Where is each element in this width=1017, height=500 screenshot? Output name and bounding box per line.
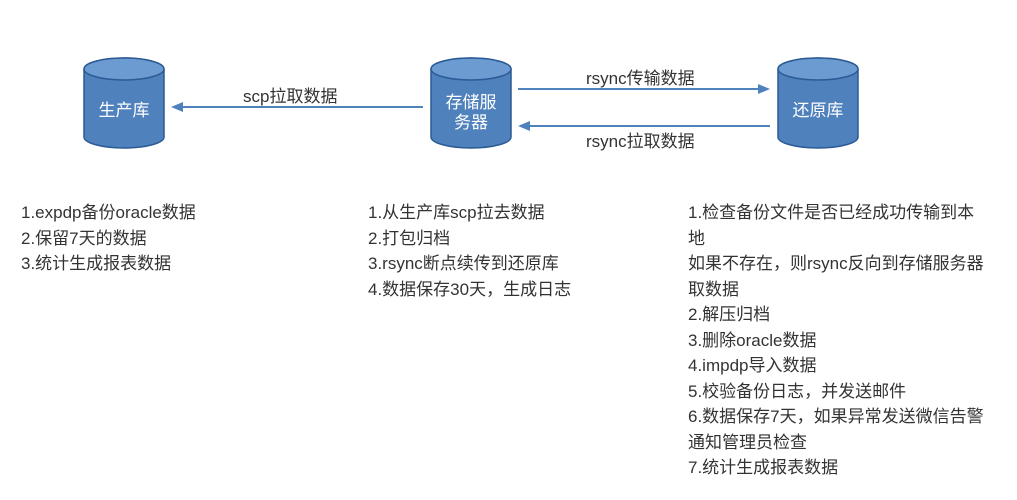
list-item: 5.校验备份日志，并发送邮件 [688, 379, 990, 405]
node-restore-db-label: 还原库 [776, 101, 860, 121]
list-item: 6.数据保存7天，如果异常发送微信告警通知管理员检查 [688, 404, 990, 455]
arrow-scp-pull-label: scp拉取数据 [243, 82, 337, 107]
node-storage-server: 存储服 务器 [429, 57, 513, 149]
diagram-canvas: 生产库 存储服 务器 还原库 scp拉取数据 rsync传输数据 [0, 0, 1017, 500]
node-production-db-label: 生产库 [82, 101, 166, 121]
list-item: 4.impdp导入数据 [688, 353, 990, 379]
list-item: 2.解压归档 [688, 302, 990, 328]
arrow-rsync-pull-label: rsync拉取数据 [586, 127, 695, 152]
node-production-db: 生产库 [82, 57, 166, 149]
list-item: 1.从生产库scp拉去数据 [368, 200, 668, 226]
list-item: 7.统计生成报表数据 [688, 455, 990, 481]
steps-restore: 1.检查备份文件是否已经成功传输到本地 如果不存在，则rsync反向到存储服务器… [688, 200, 990, 481]
list-item: 2.打包归档 [368, 226, 668, 252]
list-item: 4.数据保存30天，生成日志 [368, 277, 668, 303]
list-item: 3.统计生成报表数据 [21, 251, 321, 277]
arrow-rsync-push-label: rsync传输数据 [586, 64, 695, 89]
list-item: 1.检查备份文件是否已经成功传输到本地 [688, 200, 990, 251]
node-storage-server-label: 存储服 务器 [429, 93, 513, 134]
node-restore-db: 还原库 [776, 57, 860, 149]
list-item: 3.删除oracle数据 [688, 328, 990, 354]
steps-storage: 1.从生产库scp拉去数据 2.打包归档 3.rsync断点续传到还原库 4.数… [368, 200, 668, 302]
list-item: 1.expdp备份oracle数据 [21, 200, 321, 226]
steps-production: 1.expdp备份oracle数据 2.保留7天的数据 3.统计生成报表数据 [21, 200, 321, 277]
list-item: 如果不存在，则rsync反向到存储服务器取数据 [688, 251, 990, 302]
list-item: 2.保留7天的数据 [21, 226, 321, 252]
list-item: 3.rsync断点续传到还原库 [368, 251, 668, 277]
